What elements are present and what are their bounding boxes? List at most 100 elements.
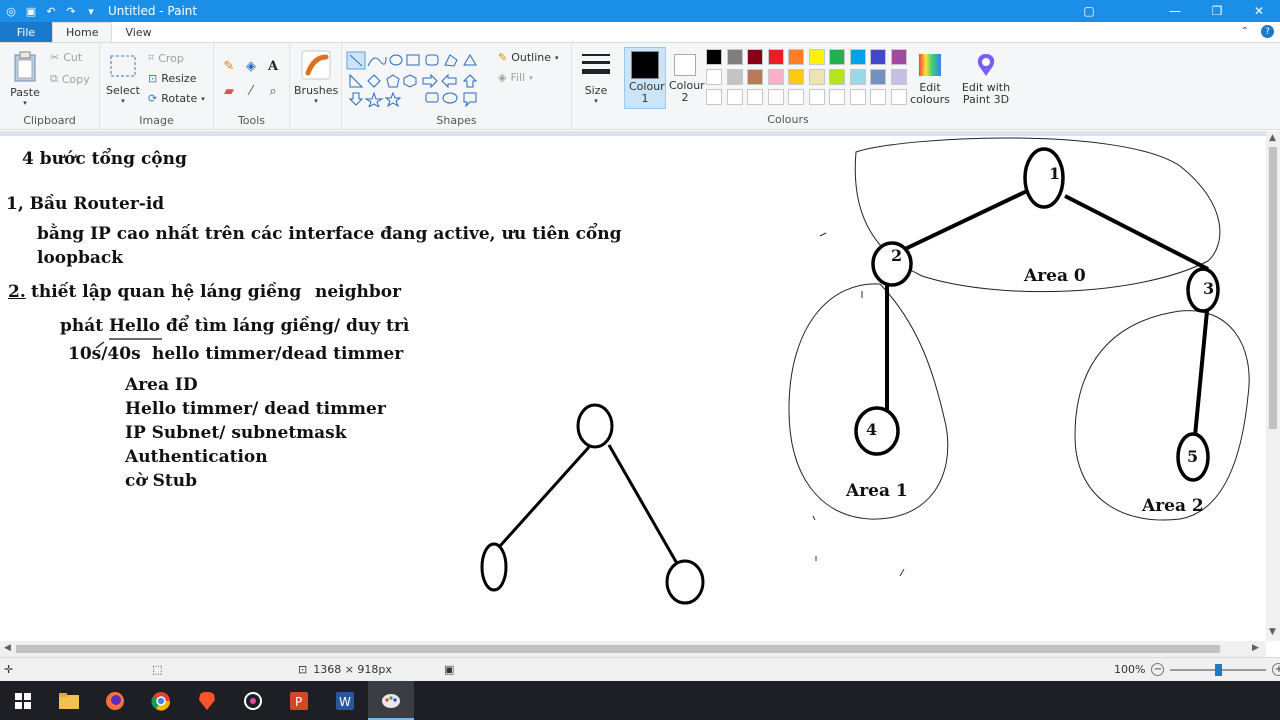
save-icon[interactable]: ▣ bbox=[24, 4, 38, 18]
palette-swatch[interactable] bbox=[726, 49, 743, 65]
tab-file[interactable]: File bbox=[0, 22, 52, 42]
palette-swatch[interactable] bbox=[870, 69, 886, 85]
palette-swatch[interactable] bbox=[849, 69, 866, 85]
palette-swatch[interactable] bbox=[747, 69, 763, 85]
brushes-button[interactable]: Brushes ▾ bbox=[294, 49, 338, 105]
pencil-icon[interactable]: ✎ bbox=[221, 58, 237, 74]
palette-swatch[interactable] bbox=[808, 49, 825, 65]
edit-colours-button[interactable]: Edit colours bbox=[910, 51, 950, 106]
eraser-icon[interactable]: ▰ bbox=[221, 83, 237, 99]
resize-button[interactable]: ⊡ Resize bbox=[148, 72, 196, 85]
palette-swatch[interactable] bbox=[726, 69, 743, 85]
horizontal-scrollbar[interactable]: ◀ ▶ bbox=[0, 641, 1266, 657]
colour-2-button[interactable]: Colour 2 bbox=[666, 47, 705, 109]
colours-group-label: Colours bbox=[767, 113, 809, 126]
customize-qat-icon[interactable]: ▾ bbox=[84, 4, 98, 18]
file-explorer-taskbar[interactable] bbox=[46, 681, 92, 720]
custom-colour-slot[interactable] bbox=[788, 89, 804, 105]
paste-button[interactable]: Paste ▾ bbox=[8, 51, 42, 107]
start-button[interactable] bbox=[0, 681, 46, 720]
undo-icon[interactable]: ↶ bbox=[44, 4, 58, 18]
horizontal-scroll-thumb[interactable] bbox=[16, 645, 1220, 653]
status-bar: ✛ ⬚ ⊡ 1368 × 918px ▣ 100% − + bbox=[0, 657, 1280, 681]
palette-swatch[interactable] bbox=[849, 49, 866, 65]
paste-label: Paste bbox=[10, 86, 40, 99]
fill-button[interactable]: ◈ Fill ▾ bbox=[498, 71, 533, 84]
size-icon bbox=[582, 54, 610, 74]
palette-swatch[interactable] bbox=[870, 49, 886, 65]
vertical-scroll-thumb[interactable] bbox=[1269, 147, 1277, 429]
zoom-slider[interactable] bbox=[1170, 663, 1267, 676]
palette-swatch[interactable] bbox=[829, 69, 845, 85]
brave-taskbar[interactable] bbox=[184, 681, 230, 720]
zoom-in-icon[interactable]: + bbox=[1272, 663, 1280, 676]
palette-swatch[interactable] bbox=[890, 49, 907, 65]
palette-swatch[interactable] bbox=[767, 49, 784, 65]
tools-group: ✎ ◈ A ▰ ⁄ ⌕ Tools bbox=[214, 43, 290, 130]
svg-text:W: W bbox=[339, 695, 351, 709]
paint-icon bbox=[382, 693, 400, 708]
scroll-right-icon[interactable]: ▶ bbox=[1252, 643, 1259, 653]
outline-button[interactable]: ✎ Outline ▾ bbox=[498, 51, 559, 64]
custom-colour-slot[interactable] bbox=[706, 89, 722, 105]
firefox-taskbar[interactable] bbox=[92, 681, 138, 720]
title-bar: ◎ ▣ ↶ ↷ ▾ Untitled - Paint ▢ — ❐ ✕ bbox=[0, 0, 1280, 22]
copy-button[interactable]: ⧉ Copy bbox=[50, 72, 90, 86]
palette-swatch[interactable] bbox=[788, 69, 804, 85]
scroll-up-icon[interactable]: ▲ bbox=[1269, 133, 1276, 143]
custom-colour-slot[interactable] bbox=[726, 89, 743, 105]
edit-with-paint-3d-button[interactable]: Edit with Paint 3D bbox=[958, 51, 1014, 106]
vertical-scrollbar[interactable]: ▲ ▼ bbox=[1266, 131, 1280, 641]
colour-picker-icon[interactable]: ⁄ bbox=[243, 83, 259, 99]
custom-colour-slot[interactable] bbox=[890, 89, 907, 105]
custom-colour-slot[interactable] bbox=[829, 89, 845, 105]
crop-button[interactable]: ⌗ Crop bbox=[148, 51, 184, 65]
zoom-slider-thumb[interactable] bbox=[1215, 663, 1223, 676]
zoom-level: 100% bbox=[1114, 663, 1146, 676]
snip-tool-taskbar[interactable] bbox=[230, 681, 276, 720]
palette-swatch[interactable] bbox=[808, 69, 825, 85]
palette-swatch[interactable] bbox=[788, 49, 804, 65]
select-button[interactable]: Select ▾ bbox=[106, 51, 140, 105]
word-taskbar[interactable]: W bbox=[322, 681, 368, 720]
custom-colour-slot[interactable] bbox=[849, 89, 866, 105]
chrome-taskbar[interactable] bbox=[138, 681, 184, 720]
fill-bucket-icon[interactable]: ◈ bbox=[243, 58, 259, 74]
scroll-left-icon[interactable]: ◀ bbox=[4, 643, 11, 653]
zoom-controls: 100% − + bbox=[1114, 663, 1280, 676]
palette-swatch[interactable] bbox=[706, 69, 722, 85]
tab-home[interactable]: Home bbox=[52, 22, 113, 42]
palette-swatch[interactable] bbox=[767, 69, 784, 85]
palette-swatch[interactable] bbox=[890, 69, 907, 85]
custom-colour-slot[interactable] bbox=[747, 89, 763, 105]
rotate-button[interactable]: ⟳ Rotate ▾ bbox=[148, 92, 205, 105]
powerpoint-taskbar[interactable]: P bbox=[276, 681, 322, 720]
redo-icon[interactable]: ↷ bbox=[64, 4, 78, 18]
palette-swatch[interactable] bbox=[706, 49, 722, 65]
scroll-down-icon[interactable]: ▼ bbox=[1269, 627, 1276, 637]
text-tool-icon[interactable]: A bbox=[265, 58, 281, 74]
select-icon bbox=[110, 55, 136, 77]
tab-view[interactable]: View bbox=[112, 22, 164, 42]
zoom-out-icon[interactable]: − bbox=[1151, 663, 1165, 676]
collapse-ribbon-icon[interactable]: ⌃ bbox=[1241, 26, 1249, 37]
magnifier-icon[interactable]: ⌕ bbox=[265, 83, 281, 99]
colour-1-button[interactable]: Colour 1 bbox=[624, 47, 666, 109]
close-button[interactable]: ✕ bbox=[1238, 0, 1280, 22]
paint-taskbar[interactable] bbox=[368, 681, 414, 720]
palette-swatch[interactable] bbox=[747, 49, 763, 65]
shapes-gallery[interactable] bbox=[346, 51, 492, 107]
size-button[interactable]: Size ▾ bbox=[578, 51, 614, 105]
cursor-position-icon: ✛ bbox=[4, 663, 14, 676]
extension-icon[interactable]: ▢ bbox=[1074, 0, 1104, 22]
custom-colour-slot[interactable] bbox=[808, 89, 825, 105]
palette-swatch[interactable] bbox=[829, 49, 845, 65]
cut-button[interactable]: ✂ Cut bbox=[50, 51, 82, 64]
custom-colour-slot[interactable] bbox=[870, 89, 886, 105]
drawing-canvas[interactable]: 4 bước tổng cộng 1, Bầu Router-id bằng I… bbox=[0, 136, 1266, 641]
help-icon[interactable]: ? bbox=[1261, 25, 1274, 38]
maximize-button[interactable]: ❐ bbox=[1196, 0, 1238, 22]
custom-colour-slot[interactable] bbox=[767, 89, 784, 105]
minimize-button[interactable]: — bbox=[1154, 0, 1196, 22]
canvas-workspace: 4 bước tổng cộng 1, Bầu Router-id bằng I… bbox=[0, 131, 1266, 641]
